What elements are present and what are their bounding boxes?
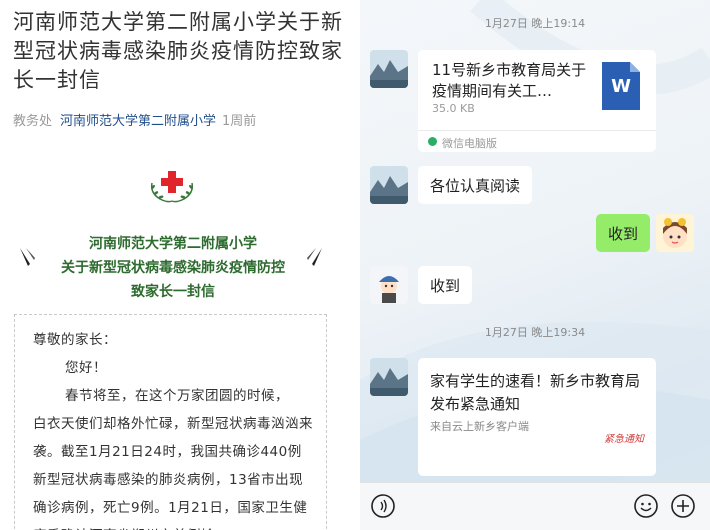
file-message[interactable]: 11号新乡市教育局关于疫情期间有关工… 35.0 KB W 微信电脑版 xyxy=(418,50,656,152)
article-meta: 教务处 河南师范大学第二附属小学 1周前 xyxy=(13,110,256,129)
sender-avatar[interactable] xyxy=(370,166,408,204)
banner-line-2: 关于新型冠状病毒感染肺炎疫情防控 xyxy=(61,260,285,276)
link-title: 家有学生的速看！新乡市教育局发布紧急通知 xyxy=(430,372,641,413)
landscape-avatar-icon xyxy=(370,50,408,88)
chat-timestamp: 1月27日 晚上19:34 xyxy=(484,326,586,339)
link-thumbnail: 紧急通知 xyxy=(604,434,644,445)
emoji-icon[interactable] xyxy=(633,493,659,519)
article-dept: 教务处 xyxy=(13,114,53,129)
red-cross-emblem-icon xyxy=(150,171,194,203)
quote-left-icon xyxy=(20,248,35,266)
sender-avatar[interactable] xyxy=(370,266,408,304)
article-panel: 河南师范大学第二附属小学关于新型冠状病毒感染肺炎疫情防控致家长一封信 教务处 河南… xyxy=(0,0,350,530)
article-author-link[interactable]: 河南师范大学第二附属小学 xyxy=(60,114,216,129)
chat-input-bar xyxy=(360,482,710,530)
chat-timestamp: 1月27日 晚上19:14 xyxy=(484,17,586,30)
message-bubble[interactable]: 各位认真阅读 xyxy=(418,166,533,204)
sender-avatar[interactable] xyxy=(370,358,408,396)
file-size: 35.0 KB xyxy=(432,102,475,115)
message-text: 收到 xyxy=(430,277,461,295)
letter-body-line-1: 春节将至，在这个万家团圆的时候， xyxy=(65,388,289,404)
plus-icon[interactable] xyxy=(670,493,696,519)
letter-body-text: 白衣天使们却格外忙碌，新型冠状病毒汹汹来袭。截至1月21日24时，我国共确诊44… xyxy=(33,416,313,530)
word-icon-letter: W xyxy=(611,76,631,97)
wechat-icon xyxy=(428,137,437,146)
quote-right-icon xyxy=(307,248,322,266)
landscape-avatar-icon xyxy=(370,166,408,204)
my-avatar[interactable] xyxy=(656,214,694,252)
banner-line-1: 河南师范大学第二附属小学 xyxy=(89,236,257,252)
message-text: 收到 xyxy=(608,225,639,243)
letter-banner: 河南师范大学第二附属小学 关于新型冠状病毒感染肺炎疫情防控 致家长一封信 xyxy=(18,232,328,304)
sender-avatar[interactable] xyxy=(370,50,408,88)
link-message[interactable]: 家有学生的速看！新乡市教育局发布紧急通知 来自云上新乡客户端 紧急通知 xyxy=(418,358,656,476)
banner-line-3: 致家长一封信 xyxy=(131,284,215,300)
link-source: 来自云上新乡客户端 xyxy=(430,420,529,433)
message-bubble[interactable]: 收到 xyxy=(418,266,473,304)
letter-greeting: 您好！ xyxy=(65,360,107,376)
chat-panel: 1月27日 晚上19:14 11号新乡市教育局关于疫情期间有关工… 35.0 K… xyxy=(360,0,710,530)
child-avatar-icon xyxy=(370,266,408,304)
voice-icon[interactable] xyxy=(370,493,396,519)
file-title: 11号新乡市教育局关于疫情期间有关工… xyxy=(432,61,587,100)
banner-title: 河南师范大学第二附属小学 关于新型冠状病毒感染肺炎疫情防控 致家长一封信 xyxy=(58,232,288,304)
message-text: 各位认真阅读 xyxy=(430,177,521,195)
article-time: 1周前 xyxy=(222,114,257,129)
cartoon-girl-avatar-icon xyxy=(656,214,694,252)
my-message-bubble[interactable]: 收到 xyxy=(596,214,651,252)
letter-salutation: 尊敬的家长： xyxy=(33,332,117,348)
file-footer: 微信电脑版 xyxy=(418,130,656,150)
landscape-avatar-icon xyxy=(370,358,408,396)
letter-body: 尊敬的家长： 您好！ 春节将至，在这个万家团圆的时候， 白衣天使们却格外忙碌，新… xyxy=(33,326,313,530)
article-title: 河南师范大学第二附属小学关于新型冠状病毒感染肺炎疫情防控致家长一封信 xyxy=(13,10,343,92)
file-source: 微信电脑版 xyxy=(442,137,497,150)
